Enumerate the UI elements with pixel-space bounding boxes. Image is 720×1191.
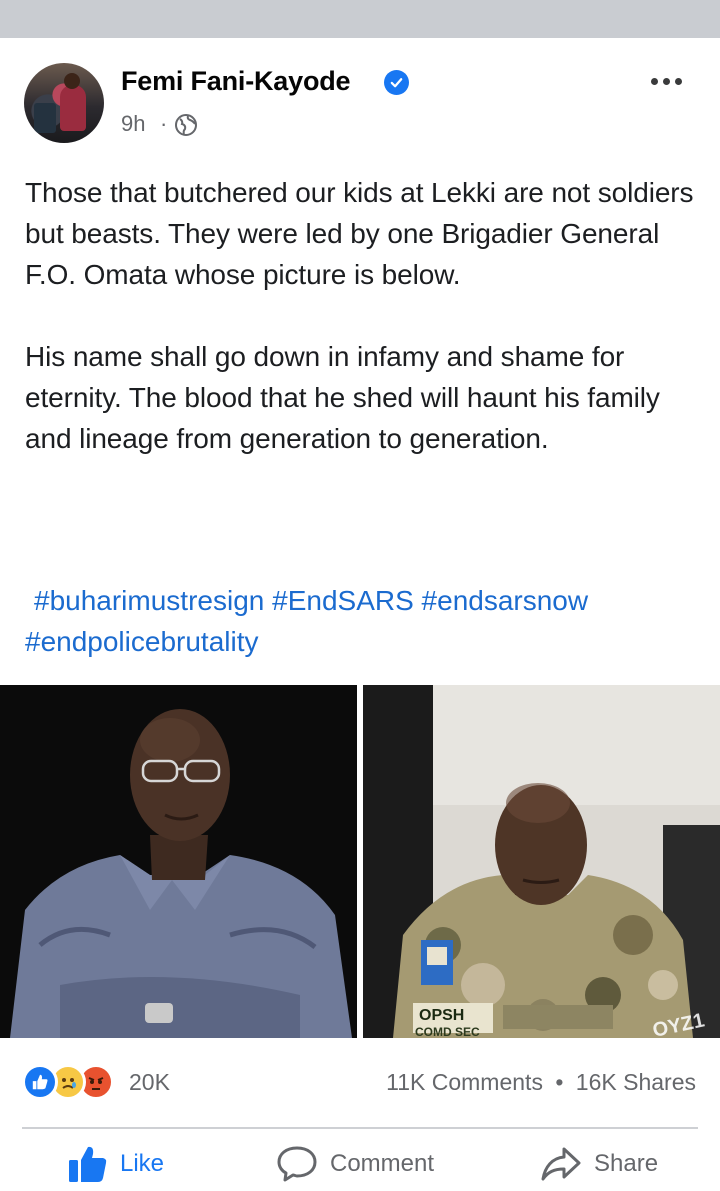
- author-name[interactable]: Femi Fani-Kayode: [121, 66, 351, 97]
- like-button[interactable]: Like: [68, 1144, 164, 1184]
- photo-left[interactable]: [0, 685, 357, 1038]
- photo-right[interactable]: OPSH COMD SEC OYZ1: [363, 685, 720, 1038]
- like-label: Like: [120, 1150, 165, 1177]
- share-button[interactable]: Share: [540, 1144, 658, 1184]
- hashtag-link[interactable]: #EndSARS: [272, 585, 414, 616]
- hashtag-link[interactable]: #buharimustresign: [34, 585, 264, 616]
- comments-shares: 11K Comments • 16K Shares: [386, 1069, 696, 1096]
- post-text: Those that butchered our kids at Lekki a…: [25, 172, 705, 500]
- comments-count[interactable]: 11K Comments: [386, 1069, 543, 1095]
- thumbs-up-icon: [69, 1146, 107, 1182]
- reaction-icons[interactable]: [22, 1064, 126, 1100]
- post-header: Femi Fani-Kayode 9h ·: [0, 38, 720, 158]
- globe-icon: [175, 114, 197, 136]
- stats-bullet: •: [555, 1069, 564, 1095]
- share-icon: [541, 1147, 581, 1181]
- reaction-count[interactable]: 20K: [129, 1069, 170, 1096]
- like-reaction-icon: [22, 1064, 58, 1100]
- more-options-button[interactable]: [644, 66, 688, 96]
- comment-icon: [277, 1146, 317, 1182]
- photo-badge-sub-text: COMD SEC: [415, 1025, 480, 1038]
- hashtag-link[interactable]: #endsarsnow: [422, 585, 589, 616]
- shares-count[interactable]: 16K Shares: [576, 1069, 696, 1095]
- comment-label: Comment: [330, 1150, 435, 1177]
- portrait-photo-right: OPSH COMD SEC OYZ1: [363, 685, 720, 1038]
- portrait-photo-left: [0, 685, 357, 1038]
- share-label: Share: [594, 1150, 659, 1177]
- divider: [22, 1127, 698, 1129]
- stats-row: 20K 11K Comments • 16K Shares: [0, 1060, 720, 1106]
- post-paragraph: His name shall go down in infamy and sha…: [25, 341, 660, 454]
- photo-grid: OPSH COMD SEC OYZ1: [0, 685, 720, 1038]
- hashtag-link[interactable]: #endpolicebrutality: [25, 626, 259, 657]
- photo-badge-text: OPSH: [419, 1007, 464, 1024]
- verified-icon: [384, 70, 409, 95]
- more-icon: [650, 77, 658, 85]
- top-bar: [0, 0, 720, 38]
- hashtags: #buharimustresign #EndSARS #endsarsnow #…: [25, 580, 705, 662]
- author-avatar[interactable]: [24, 63, 104, 143]
- action-bar: Like Comment Share: [0, 1130, 720, 1191]
- post-paragraph: Those that butchered our kids at Lekki a…: [25, 177, 694, 290]
- post-time[interactable]: 9h: [121, 111, 145, 137]
- time-separator: ·: [160, 111, 168, 136]
- comment-button[interactable]: Comment: [276, 1144, 434, 1184]
